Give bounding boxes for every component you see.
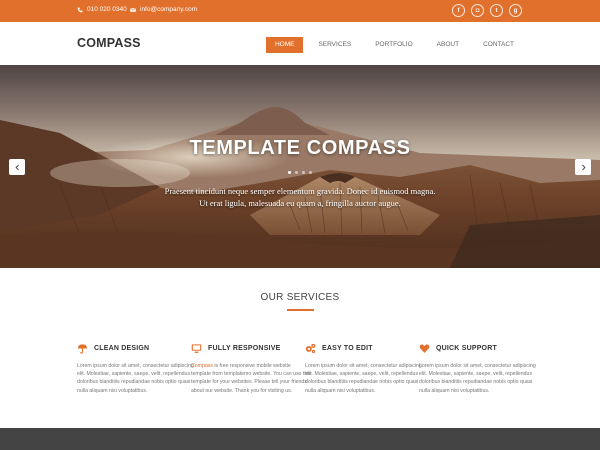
- desktop-icon: [191, 343, 202, 353]
- slider-dot[interactable]: [309, 171, 312, 174]
- compass-link[interactable]: Compass: [191, 363, 213, 369]
- envelope-icon: [130, 7, 136, 12]
- nav-contact[interactable]: CONTACT: [474, 37, 523, 53]
- service-description: Compass is free responsive mobile websit…: [191, 362, 311, 395]
- service-description: Lorem ipsum dolor sit amet, consectetur …: [305, 363, 422, 394]
- slider-prev-button[interactable]: [9, 159, 25, 175]
- main-nav: HOME SERVICES PORTFOLIO ABOUT CONTACT: [265, 37, 523, 53]
- slider-next-button[interactable]: [575, 159, 591, 175]
- google-plus-icon[interactable]: g: [509, 4, 522, 17]
- gears-icon: [305, 343, 316, 353]
- chevron-left-icon: [14, 164, 19, 170]
- email-address[interactable]: info@company.com: [140, 6, 197, 13]
- hero-title: TEMPLATE COMPASS: [189, 137, 411, 159]
- instagram-icon[interactable]: ◘: [471, 4, 484, 17]
- service-clean-design: CLEAN DESIGN Lorem ipsum dolor sit amet,…: [77, 342, 197, 395]
- contact-email[interactable]: info@company.com: [130, 6, 197, 13]
- umbrella-icon: [77, 343, 88, 354]
- footer-band: [0, 428, 600, 450]
- hero-subtitle-line1: Praesent tincidunt neque semper elementu…: [164, 186, 436, 196]
- slider-dot[interactable]: [302, 171, 305, 174]
- social-links: f ◘ t g: [452, 4, 522, 17]
- heart-icon: [419, 343, 430, 353]
- facebook-icon[interactable]: f: [452, 4, 465, 17]
- phone-icon: [77, 7, 83, 12]
- nav-portfolio[interactable]: PORTFOLIO: [366, 37, 421, 53]
- services-heading: OUR SERVICES: [260, 292, 340, 303]
- hero-slider: TEMPLATE COMPASS Praesent tincidunt nequ…: [0, 65, 600, 268]
- service-fully-responsive: FULLY RESPONSIVE Compass is free respons…: [191, 342, 311, 395]
- site-header: COMPASS HOME SERVICES PORTFOLIO ABOUT CO…: [0, 22, 600, 65]
- slider-dot[interactable]: [295, 171, 298, 174]
- service-quick-support: QUICK SUPPORT Lorem ipsum dolor sit amet…: [419, 342, 539, 395]
- twitter-icon[interactable]: t: [490, 4, 503, 17]
- slider-dot[interactable]: [288, 171, 291, 174]
- service-description: Lorem ipsum dolor sit amet, consectetur …: [77, 363, 194, 394]
- service-title: EASY TO EDIT: [322, 344, 373, 352]
- service-description: Lorem ipsum dolor sit amet, consectetur …: [419, 363, 536, 394]
- top-bar: 010 020 0340 info@company.com f ◘ t g: [0, 0, 600, 22]
- nav-home[interactable]: HOME: [265, 37, 304, 53]
- slider-pagination: [0, 171, 600, 174]
- phone-number: 010 020 0340: [87, 6, 127, 13]
- service-title: CLEAN DESIGN: [94, 344, 150, 352]
- nav-services[interactable]: SERVICES: [309, 37, 360, 53]
- nav-about[interactable]: ABOUT: [428, 37, 468, 53]
- hero-background-image: [0, 65, 600, 268]
- service-title: FULLY RESPONSIVE: [208, 344, 281, 352]
- hero-subtitle-line2: Ut erat ligula, malesuada eu quam a, fri…: [199, 198, 401, 208]
- service-title: QUICK SUPPORT: [436, 344, 497, 352]
- services-divider: [287, 309, 314, 311]
- contact-phone: 010 020 0340: [77, 6, 127, 13]
- site-logo[interactable]: COMPASS: [77, 36, 141, 50]
- chevron-right-icon: [581, 164, 586, 170]
- service-easy-to-edit: EASY TO EDIT Lorem ipsum dolor sit amet,…: [305, 342, 425, 395]
